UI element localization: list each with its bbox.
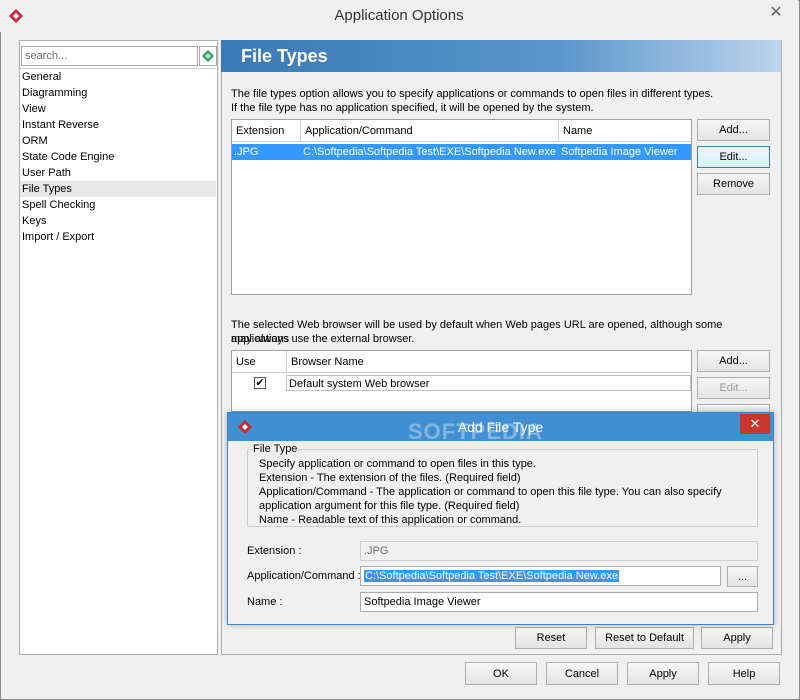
name-label: Name : [247,596,283,608]
window-title: Application Options [334,7,464,24]
cancel-button[interactable]: Cancel [546,662,618,685]
column-header-extension[interactable]: Extension [232,120,301,142]
panel-apply-button[interactable]: Apply [701,627,773,649]
file-types-table: Extension Application/Command Name .JPG … [231,119,692,295]
edit-file-type-button[interactable]: Edit... [697,146,770,168]
extension-label: Extension : [247,545,302,557]
diamond-search-icon [202,50,214,62]
remove-file-type-button[interactable]: Remove [697,173,770,195]
section-title: File Types [241,46,328,66]
nav-item-import-export[interactable]: Import / Export [20,229,216,245]
close-icon[interactable]: ✕ [760,2,792,24]
use-browser-checkbox[interactable]: ✔ [254,377,266,389]
file-types-description-1: The file types option allows you to spec… [231,88,714,100]
nav-item-general[interactable]: General [20,69,216,85]
search-button[interactable] [199,46,217,66]
group-label: File Type [252,443,299,455]
info-line: application argument for this file type.… [259,500,520,512]
nav-item-state-code-engine[interactable]: State Code Engine [20,149,216,165]
nav-item-instant-reverse[interactable]: Instant Reverse [20,117,216,133]
cell-command: C:\Softpedia\Softpedia Test\EXE\Softpedi… [303,146,556,158]
remove-browser-button-partial[interactable] [697,404,770,412]
nav-item-spell-checking[interactable]: Spell Checking [20,197,216,213]
help-button[interactable]: Help [708,662,780,685]
nav-item-diagramming[interactable]: Diagramming [20,85,216,101]
info-line: Specify application or command to open f… [259,458,536,470]
category-list: General Diagramming View Instant Reverse… [20,68,216,653]
command-label: Application/Command : [247,570,361,582]
browser-table: Use Browser Name ✔ Default system Web br… [231,350,692,412]
browser-description-2: may always use the external browser. [231,333,415,345]
search-input[interactable] [21,46,198,66]
column-header-use[interactable]: Use [232,351,287,373]
nav-item-view[interactable]: View [20,101,216,117]
reset-button[interactable]: Reset [515,627,587,649]
file-types-description-2: If the file type has no application spec… [231,102,594,114]
add-browser-button[interactable]: Add... [697,350,770,372]
info-line: Name - Readable text of this application… [259,514,522,526]
apply-button[interactable]: Apply [627,662,699,685]
add-file-type-button[interactable]: Add... [697,119,770,141]
name-field[interactable]: Softpedia Image Viewer [360,592,758,612]
column-header-command[interactable]: Application/Command [301,120,559,142]
reset-to-default-button[interactable]: Reset to Default [595,627,694,649]
nav-item-keys[interactable]: Keys [20,213,216,229]
browser-name-cell[interactable]: Default system Web browser [286,375,691,391]
command-field-selected-text: C:\Softpedia\Softpedia Test\EXE\Softpedi… [364,570,619,582]
info-line: Application/Command - The application or… [259,486,722,498]
nav-item-orm[interactable]: ORM [20,133,216,149]
info-line: Extension - The extension of the files. … [259,472,521,484]
table-row[interactable]: .JPG C:\Softpedia\Softpedia Test\EXE\Sof… [232,144,691,160]
dialog-title: Add File Type [457,419,544,435]
browse-button[interactable]: ... [727,566,758,587]
nav-item-user-path[interactable]: User Path [20,165,216,181]
dialog-close-icon[interactable]: ✕ [740,414,770,434]
extension-field[interactable]: .JPG [360,541,758,561]
cell-name: Softpedia Image Viewer [561,146,678,158]
nav-item-file-types[interactable]: File Types [20,181,216,197]
column-header-name[interactable]: Name [559,120,691,142]
ok-button[interactable]: OK [465,662,537,685]
cell-extension: .JPG [234,146,259,158]
command-field[interactable]: C:\Softpedia\Softpedia Test\EXE\Softpedi… [360,566,721,586]
edit-browser-button[interactable]: Edit... [697,377,770,399]
column-header-browser-name[interactable]: Browser Name [287,351,691,373]
